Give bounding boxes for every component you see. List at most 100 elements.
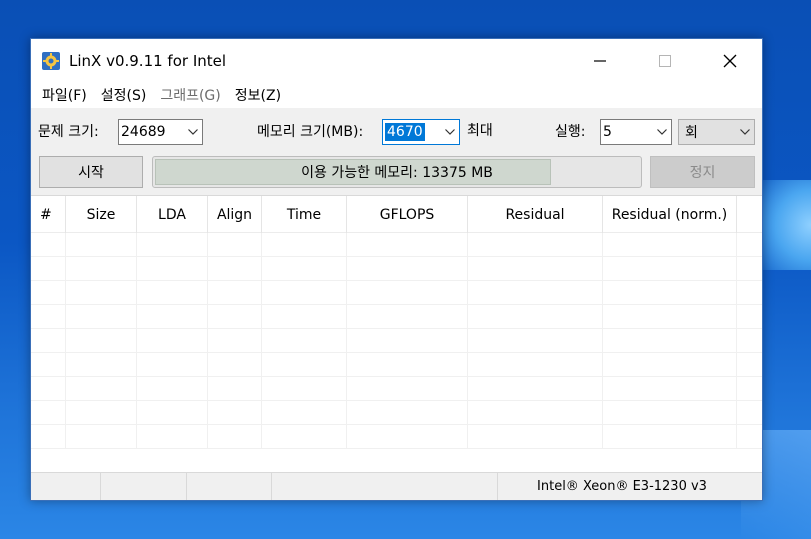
table-cell <box>137 281 208 305</box>
menu-bar: 파일(F) 설정(S) 그래프(G) 정보(Z) <box>31 82 762 108</box>
table-cell <box>347 233 468 257</box>
close-icon <box>723 54 737 67</box>
problem-size-value: 24689 <box>121 124 166 140</box>
column-header[interactable]: Residual <box>468 196 603 233</box>
table-header: # Size LDA Align Time GFLOPS Residual Re… <box>31 196 762 233</box>
table-cell <box>347 401 468 425</box>
table-cell <box>208 233 262 257</box>
table-cell <box>347 377 468 401</box>
results-table[interactable]: # Size LDA Align Time GFLOPS Residual Re… <box>31 195 762 473</box>
table-cell <box>31 305 66 329</box>
menu-about[interactable]: 정보(Z) <box>228 85 288 105</box>
max-button[interactable]: 최대 <box>467 120 493 140</box>
table-cell <box>208 425 262 449</box>
menu-file[interactable]: 파일(F) <box>35 85 94 105</box>
table-cell <box>468 353 603 377</box>
table-row <box>31 305 762 329</box>
column-header[interactable]: Align <box>208 196 262 233</box>
chevron-down-icon <box>653 129 671 135</box>
close-button[interactable] <box>707 39 753 82</box>
column-header[interactable]: LDA <box>137 196 208 233</box>
table-cell <box>468 329 603 353</box>
column-header[interactable]: # <box>31 196 66 233</box>
table-cell <box>208 401 262 425</box>
table-cell <box>66 305 137 329</box>
start-button[interactable]: 시작 <box>39 156 143 188</box>
minimize-icon <box>594 59 606 62</box>
runs-value: 5 <box>603 124 612 140</box>
table-row <box>31 257 762 281</box>
table-cell <box>468 305 603 329</box>
column-header[interactable]: Residual (norm.) <box>603 196 737 233</box>
table-cell <box>262 305 347 329</box>
table-row <box>31 425 762 449</box>
table-cell <box>603 353 737 377</box>
table-cell <box>468 257 603 281</box>
minimize-button[interactable] <box>577 39 623 82</box>
table-cell <box>31 425 66 449</box>
column-header[interactable]: Time <box>262 196 347 233</box>
table-cell <box>603 281 737 305</box>
table-cell <box>603 257 737 281</box>
runs-unit-select[interactable]: 회 <box>678 119 755 145</box>
table-cell <box>347 425 468 449</box>
table-cell <box>66 257 137 281</box>
table-row <box>31 329 762 353</box>
table-cell <box>208 353 262 377</box>
table-cell <box>347 353 468 377</box>
table-cell <box>603 305 737 329</box>
table-cell <box>208 281 262 305</box>
title-bar[interactable]: LinX v0.9.11 for Intel <box>31 39 762 82</box>
stop-button[interactable]: 정지 <box>650 156 755 188</box>
table-cell <box>468 377 603 401</box>
window-title: LinX v0.9.11 for Intel <box>69 51 227 70</box>
maximize-icon <box>659 54 671 67</box>
table-cell <box>137 233 208 257</box>
table-cell <box>66 377 137 401</box>
table-cell <box>137 401 208 425</box>
chevron-down-icon <box>184 129 202 135</box>
table-cell <box>208 257 262 281</box>
table-cell <box>468 233 603 257</box>
table-cell <box>468 401 603 425</box>
table-cell <box>262 401 347 425</box>
table-cell <box>347 305 468 329</box>
available-memory-bar: 이용 가능한 메모리: 13375 MB <box>152 156 642 188</box>
table-cell <box>603 377 737 401</box>
menu-graph[interactable]: 그래프(G) <box>153 85 227 105</box>
table-cell <box>468 425 603 449</box>
memory-size-select[interactable]: 4670 <box>382 119 460 145</box>
table-cell <box>31 233 66 257</box>
table-cell <box>603 329 737 353</box>
available-memory-text: 이용 가능한 메모리: 13375 MB <box>301 165 493 181</box>
table-cell <box>137 257 208 281</box>
table-cell <box>603 401 737 425</box>
table-cell <box>603 425 737 449</box>
table-cell <box>208 305 262 329</box>
table-cell <box>31 353 66 377</box>
table-cell <box>262 377 347 401</box>
table-row <box>31 401 762 425</box>
runs-select[interactable]: 5 <box>600 119 672 145</box>
table-cell <box>31 329 66 353</box>
table-cell <box>347 281 468 305</box>
linx-app-icon <box>41 51 61 71</box>
column-header[interactable]: GFLOPS <box>347 196 468 233</box>
maximize-button[interactable] <box>642 39 688 82</box>
table-cell <box>137 329 208 353</box>
status-bar: Intel® Xeon® E3-1230 v3 <box>31 472 762 500</box>
table-row <box>31 353 762 377</box>
table-cell <box>262 233 347 257</box>
status-cell <box>272 473 498 500</box>
cpu-name: Intel® Xeon® E3-1230 v3 <box>537 479 707 494</box>
problem-size-select[interactable]: 24689 <box>118 119 203 145</box>
menu-settings[interactable]: 설정(S) <box>94 85 154 105</box>
table-cell <box>31 281 66 305</box>
column-header[interactable]: Size <box>66 196 137 233</box>
controls-row: 문제 크기: 24689 메모리 크기(MB): 4670 최대 실행: 5 회 <box>31 108 762 156</box>
table-cell <box>262 257 347 281</box>
table-cell <box>66 233 137 257</box>
memory-size-label: 메모리 크기(MB): <box>257 124 364 140</box>
table-cell <box>66 353 137 377</box>
table-body <box>31 233 762 449</box>
